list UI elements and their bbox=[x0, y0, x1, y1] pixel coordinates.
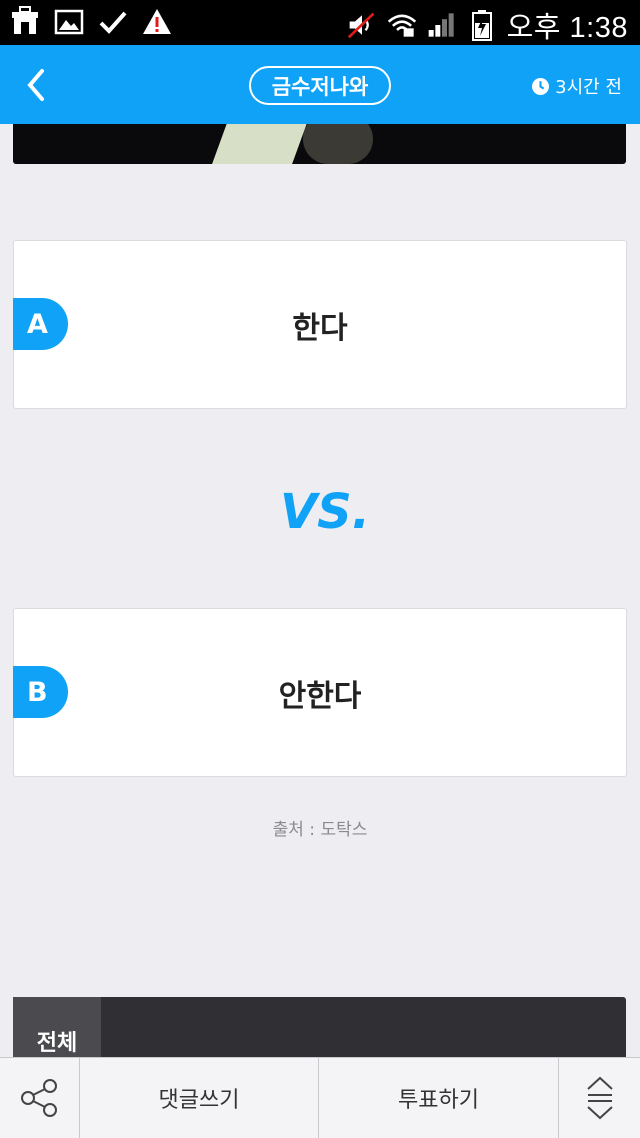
signal-icon bbox=[428, 13, 454, 37]
page-title: 금수저나와 bbox=[249, 66, 391, 105]
option-a-card[interactable]: A 한다 bbox=[13, 240, 627, 409]
scroll-up-down-icon bbox=[586, 1076, 613, 1120]
app-header: 금수저나와 3시간 전 bbox=[0, 45, 640, 124]
vs-text: VS. bbox=[280, 484, 368, 540]
option-a-label: 한다 bbox=[292, 310, 348, 346]
clock-icon bbox=[532, 77, 550, 95]
share-button[interactable] bbox=[0, 1058, 80, 1138]
back-icon[interactable] bbox=[18, 65, 58, 105]
source-credit: 출처 : 도탁스 bbox=[272, 820, 368, 840]
wifi-icon bbox=[387, 14, 416, 37]
time-ago-label: 3시간 전 bbox=[555, 77, 622, 98]
share-icon bbox=[20, 1079, 57, 1117]
option-b-label: 안한다 bbox=[278, 678, 362, 714]
vote-button[interactable]: 투표하기 bbox=[319, 1058, 559, 1138]
mute-icon bbox=[347, 12, 375, 39]
post-image bbox=[13, 124, 626, 164]
warning-icon bbox=[143, 9, 171, 34]
battery-icon bbox=[471, 10, 492, 41]
option-b-card[interactable]: B 안한다 bbox=[13, 608, 627, 777]
post-time: 3시간 전 bbox=[532, 73, 622, 99]
scroll-toggle-button[interactable] bbox=[559, 1058, 640, 1138]
gallery-icon bbox=[54, 9, 84, 35]
status-time: 오후 1:38 bbox=[506, 12, 628, 44]
status-bar: 오후 1:38 bbox=[0, 0, 640, 45]
bottom-toolbar: 댓글쓰기 투표하기 bbox=[0, 1057, 640, 1138]
check-icon bbox=[99, 11, 127, 34]
vs-label: VS. bbox=[280, 484, 368, 540]
write-comment-button[interactable]: 댓글쓰기 bbox=[80, 1058, 319, 1138]
store-icon bbox=[12, 6, 38, 34]
